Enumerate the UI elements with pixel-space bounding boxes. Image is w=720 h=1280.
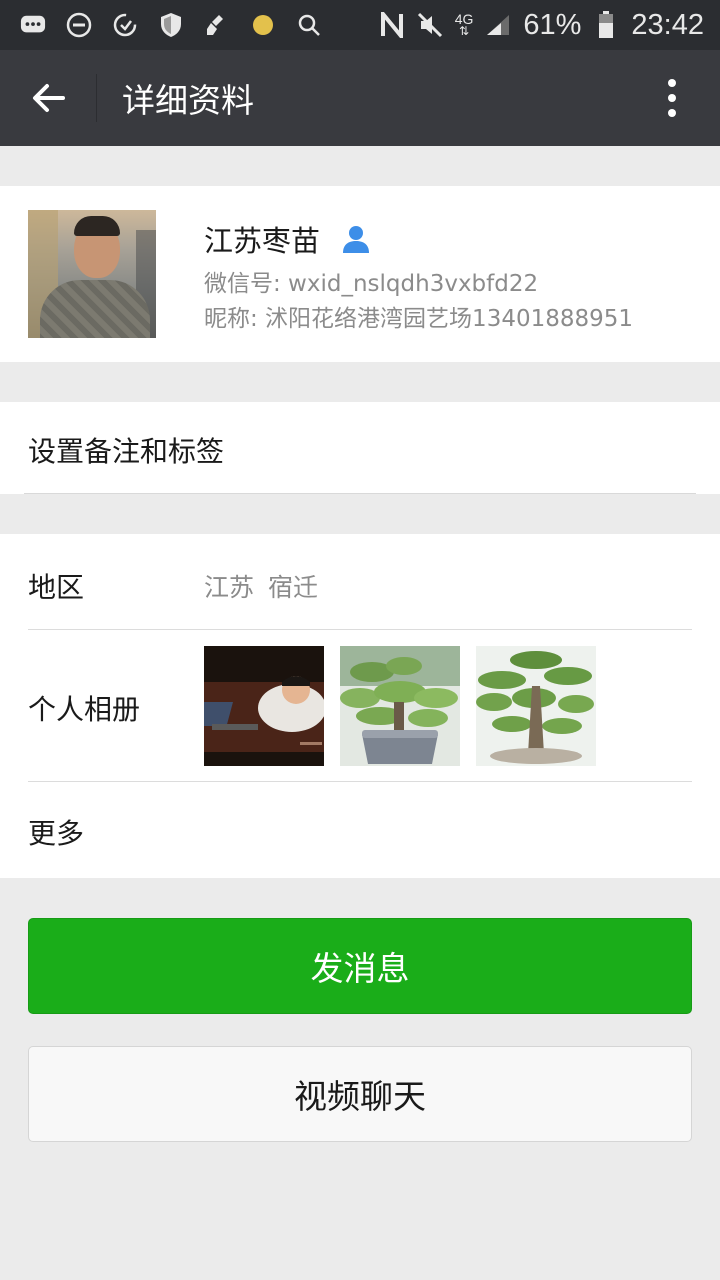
do-not-disturb-icon	[66, 12, 92, 38]
avatar[interactable]	[28, 210, 156, 338]
male-user-icon	[340, 223, 372, 255]
back-arrow-icon	[33, 84, 65, 112]
nickname: 昵称: 沭阳花络港湾园艺场13401888951	[204, 306, 634, 332]
battery-percent: 61%	[523, 8, 582, 41]
wechat-id: 微信号: wxid_nslqdh3vxbfd22	[204, 271, 539, 297]
more-vertical-icon	[668, 79, 676, 117]
album-label: 个人相册	[28, 693, 141, 726]
status-bar: 4G ⇅ 61% 23:42	[0, 0, 720, 50]
mute-icon	[417, 12, 443, 38]
shield-icon	[158, 12, 184, 38]
remark-and-tags-row[interactable]: 设置备注和标签	[0, 402, 720, 494]
album-photo-3[interactable]	[476, 646, 596, 766]
back-button[interactable]	[0, 50, 96, 146]
info-section: 地区 江苏 宿迁 个人相册 更多	[0, 534, 720, 878]
remark-label: 设置备注和标签	[28, 435, 225, 468]
cleaner-icon	[204, 12, 230, 38]
album-photo-2[interactable]	[340, 646, 460, 766]
battery-icon	[593, 11, 619, 38]
sync-icon	[112, 12, 138, 38]
clock: 23:42	[631, 8, 704, 41]
profile-name: 江苏枣苗	[204, 224, 321, 258]
page-title: 详细资料	[122, 81, 254, 120]
network-type-icon: 4G ⇅	[454, 11, 474, 38]
message-icon	[20, 12, 46, 38]
dot-icon	[250, 12, 276, 38]
title-bar: 详细资料	[0, 50, 720, 146]
title-divider	[96, 74, 97, 122]
profile-name-row: 江苏枣苗	[204, 218, 372, 260]
divider	[24, 493, 696, 494]
region-value: 江苏 宿迁	[204, 573, 318, 602]
video-chat-button[interactable]: 视频聊天	[28, 1046, 692, 1142]
more-label: 更多	[28, 817, 85, 850]
send-message-button[interactable]: 发消息	[28, 918, 692, 1014]
divider	[28, 629, 692, 630]
album-photo-1[interactable]	[204, 646, 324, 766]
region-label: 地区	[28, 571, 85, 604]
more-options-button[interactable]	[624, 50, 720, 146]
divider	[28, 781, 692, 782]
nfc-icon	[379, 12, 405, 38]
search-icon	[296, 12, 322, 38]
profile-card: 江苏枣苗 微信号: wxid_nslqdh3vxbfd22 昵称: 沭阳花络港湾…	[0, 186, 720, 362]
signal-icon	[485, 12, 511, 38]
